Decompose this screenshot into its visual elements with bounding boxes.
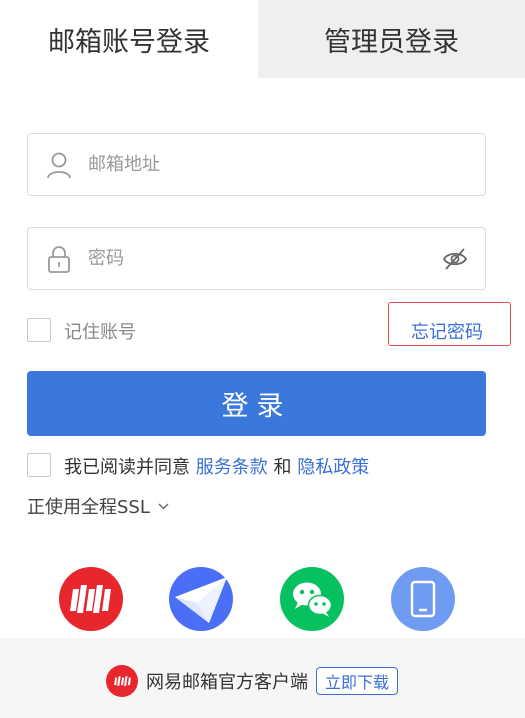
user-icon [47, 152, 71, 178]
agreement-text: 我已阅读并同意 服务条款 和 隐私政策 [64, 453, 369, 479]
eye-hidden-icon[interactable] [441, 245, 469, 273]
footer-bar: 网易邮箱官方客户端 立即下载 [0, 638, 525, 718]
password-field-container [27, 227, 486, 290]
privacy-link[interactable]: 隐私政策 [297, 457, 369, 478]
ssl-toggle[interactable]: 正使用全程SSL [27, 493, 169, 519]
remember-label: 记住账号 [64, 322, 136, 343]
login-tabs: 邮箱账号登录 管理员登录 [0, 0, 525, 78]
tab-admin-login[interactable]: 管理员登录 [258, 0, 525, 78]
email-field-container [27, 133, 486, 196]
footer-text: 网易邮箱官方客户端 [146, 672, 308, 693]
terms-link[interactable]: 服务条款 [196, 457, 268, 478]
lock-icon [48, 245, 70, 273]
chevron-down-icon [158, 503, 169, 509]
agreement-and: 和 [273, 457, 292, 478]
forgot-password-link[interactable]: 忘记密码 [411, 318, 483, 344]
password-input[interactable] [88, 228, 448, 289]
email-input[interactable] [88, 134, 448, 195]
login-button[interactable]: 登录 [27, 371, 486, 436]
agreement-prefix: 我已阅读并同意 [64, 457, 190, 478]
remember-checkbox[interactable] [27, 318, 51, 342]
netease-open-icon[interactable] [59, 567, 123, 631]
netease-logo-icon [106, 665, 138, 697]
tab-account-login[interactable]: 邮箱账号登录 [0, 0, 258, 78]
wechat-icon[interactable] [280, 567, 344, 631]
footer-download: 网易邮箱官方客户端 立即下载 [106, 665, 399, 697]
agree-checkbox[interactable] [27, 453, 51, 477]
paper-plane-icon[interactable] [169, 567, 233, 631]
download-button[interactable]: 立即下载 [316, 667, 399, 695]
ssl-label: 正使用全程SSL [27, 497, 150, 518]
mobile-phone-icon[interactable] [391, 567, 455, 631]
